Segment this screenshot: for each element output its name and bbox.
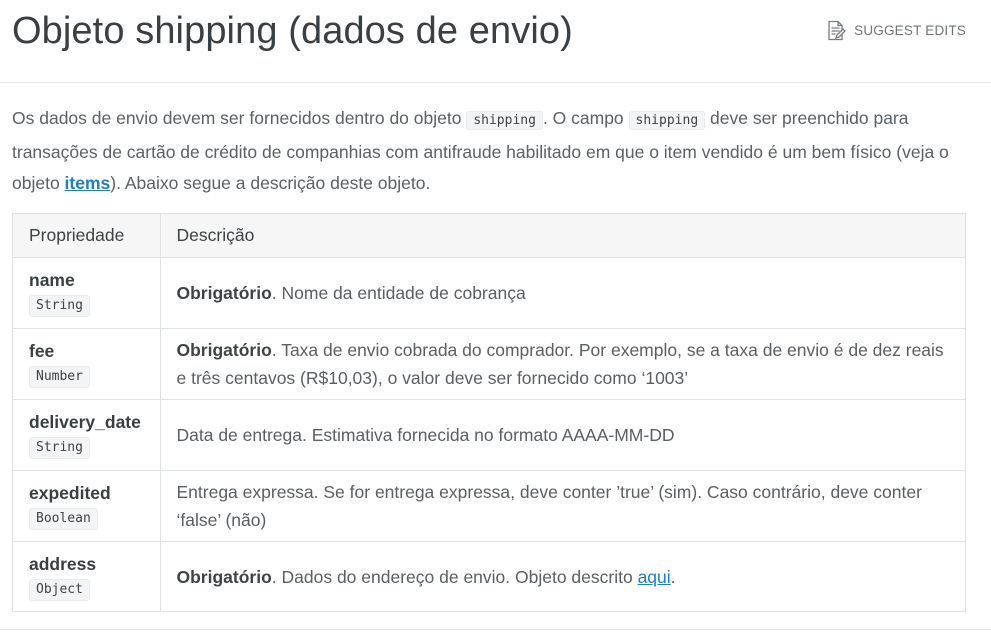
description-cell: Obrigatório. Dados do endereço de envio.… [159, 541, 965, 612]
properties-table: Propriedade Descrição name String Obriga… [12, 213, 966, 612]
property-type: String [29, 436, 90, 459]
required-label: Obrigatório [176, 282, 272, 303]
property-cell: address Object [13, 541, 160, 612]
table-row: delivery_date String Data de entrega. Es… [13, 399, 965, 471]
property-name: expedited [29, 482, 111, 503]
property-cell: name String [13, 257, 160, 329]
property-cell: expedited Boolean [13, 470, 160, 542]
description-text: . Nome da entidade de cobrança [271, 282, 526, 303]
header-descricao: Descrição [159, 214, 965, 258]
description-cell: Entrega expressa. Se for entrega express… [159, 470, 965, 542]
page-title: Objeto shipping (dados de envio) [12, 10, 573, 52]
intro-paragraph: Os dados de envio devem ser fornecidos d… [12, 103, 962, 200]
table-row: name String Obrigatório. Nome da entidad… [13, 257, 965, 329]
description-cell: Data de entrega. Estimativa fornecida no… [159, 399, 965, 471]
description-text: . Taxa de envio cobrada do comprador. Po… [176, 339, 944, 388]
property-name: fee [29, 340, 55, 361]
property-name: name [29, 269, 75, 290]
table-row: address Object Obrigatório. Dados do end… [13, 541, 965, 612]
intro-text-4: ). Abaixo segue a descrição deste objeto… [110, 173, 431, 193]
header-propriedade: Propriedade [13, 214, 160, 258]
page-header: Objeto shipping (dados de envio) SUGGEST… [0, 0, 991, 83]
description-text: . Dados do endereço de envio. Objeto des… [271, 566, 638, 587]
table-row: expedited Boolean Entrega expressa. Se f… [13, 470, 965, 542]
edit-document-icon [826, 20, 847, 41]
property-type: Boolean [29, 507, 98, 530]
code-shipping-2: shipping [628, 111, 706, 130]
property-name: address [29, 553, 97, 574]
suggest-edits-button[interactable]: SUGGEST EDITS [826, 19, 966, 41]
property-cell: fee Number [13, 328, 160, 400]
property-cell: delivery_date String [13, 399, 160, 471]
description-cell: Obrigatório. Taxa de envio cobrada do co… [159, 328, 965, 400]
description-end: . [670, 566, 676, 587]
property-type: Object [29, 578, 90, 601]
property-type: Number [29, 365, 90, 388]
intro-text-2: . O campo [542, 108, 629, 128]
intro-text-1: Os dados de envio devem ser fornecidos d… [12, 108, 467, 128]
property-type: String [29, 294, 90, 317]
aqui-link[interactable]: aqui [638, 567, 671, 587]
description-cell: Obrigatório. Nome da entidade de cobranç… [159, 257, 965, 329]
description-text: Data de entrega. Estimativa fornecida no… [176, 424, 675, 445]
suggest-edits-label: SUGGEST EDITS [854, 22, 966, 38]
property-name: delivery_date [29, 411, 141, 432]
required-label: Obrigatório [176, 339, 272, 360]
table-row: fee Number Obrigatório. Taxa de envio co… [13, 328, 965, 400]
bottom-divider [0, 629, 991, 630]
items-link[interactable]: items [65, 173, 111, 193]
code-shipping-1: shipping [466, 111, 543, 130]
required-label: Obrigatório [176, 566, 272, 587]
description-text: Entrega expressa. Se for entrega express… [176, 481, 922, 530]
